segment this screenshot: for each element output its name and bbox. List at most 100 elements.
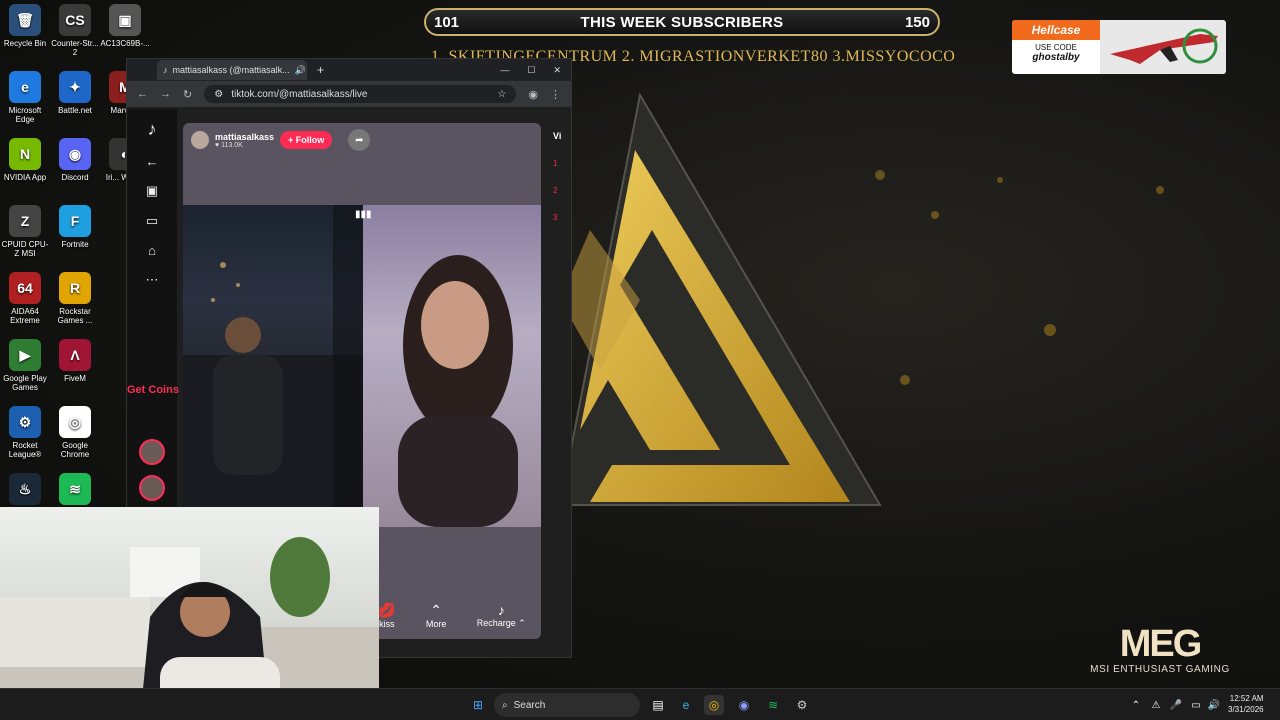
desktop-icon[interactable]: ≋ bbox=[50, 473, 100, 508]
desktop-icon[interactable]: F Fortnite bbox=[50, 205, 100, 249]
viewer-ranks: 1 2 3 bbox=[553, 159, 573, 222]
back-icon[interactable]: ← bbox=[137, 88, 148, 100]
live-action-button[interactable]: ♪ Recharge ⌃ bbox=[477, 602, 526, 629]
desktop-icon[interactable]: Z CPUID CPU-Z MSI bbox=[0, 205, 50, 258]
volume-icon[interactable]: 🔊 bbox=[1204, 695, 1224, 715]
subscriber-count-goal: 150 bbox=[904, 13, 930, 31]
system-clock[interactable]: 12:52 AM 3/31/2026 bbox=[1228, 693, 1264, 715]
windows-taskbar: ⊞ ⌕ Search ▤ e ◎ ◉ ≋ ⚙ ⌃ ⚠ 🎤 ▭ 🔊 12:52 A… bbox=[0, 688, 1280, 720]
clock-date: 3/31/2026 bbox=[1228, 705, 1264, 714]
desktop-icon-label: FiveM bbox=[64, 374, 86, 383]
desktop-app-icon: Z bbox=[9, 205, 41, 237]
live-action-icon: ♪ bbox=[497, 602, 505, 618]
desktop-icon-label: Fortnite bbox=[61, 240, 89, 249]
edge-icon[interactable]: e bbox=[676, 695, 696, 715]
desktop-app-icon: F bbox=[59, 205, 91, 237]
desktop-icon[interactable]: ✦ Battle.net bbox=[50, 71, 100, 115]
hellcase-logo: Hellcase bbox=[1012, 20, 1100, 40]
browser-menu-icon[interactable]: ⋮ bbox=[550, 88, 561, 101]
chrome-icon[interactable]: ◎ bbox=[704, 695, 724, 715]
desktop-app-icon: ≋ bbox=[59, 473, 91, 505]
discord-icon[interactable]: ◉ bbox=[734, 695, 754, 715]
share-icon[interactable]: ➦ bbox=[348, 129, 371, 151]
desktop-icon[interactable]: CS Counter-Str... 2 bbox=[50, 4, 100, 57]
steam-icon[interactable]: ⚙ bbox=[792, 695, 812, 715]
start-icon[interactable]: ⊞ bbox=[468, 695, 488, 715]
live-actions-bar: 💋 kiss ⌃ More ♪ Recharge ⌃ bbox=[363, 573, 541, 639]
tiktok-favicon-icon: ♪ bbox=[163, 65, 168, 75]
desktop-app-icon: R bbox=[59, 272, 91, 304]
desktop-icon[interactable]: ⚙ Rocket League® bbox=[0, 406, 50, 459]
get-coins-label: Get Coins bbox=[127, 384, 179, 396]
desktop-icon[interactable]: ▣ AC13C69B-... bbox=[100, 4, 150, 48]
minimize-button[interactable]: — bbox=[500, 65, 509, 75]
desktop-icon[interactable]: 🗑 Recycle Bin bbox=[0, 4, 50, 48]
desktop-icon[interactable]: ◉ Discord bbox=[50, 138, 100, 182]
host-avatar[interactable] bbox=[191, 131, 209, 149]
desktop-app-icon: ⚙ bbox=[9, 406, 41, 438]
taskbar-search[interactable]: ⌕ Search bbox=[494, 693, 640, 717]
desktop-icon[interactable]: 64 AIDA64 Extreme bbox=[0, 272, 50, 325]
video-camera-icon[interactable]: ▭ bbox=[127, 213, 177, 229]
live-action-icon: ⌃ bbox=[430, 602, 443, 618]
close-window-button[interactable]: ✕ bbox=[553, 65, 561, 76]
desktop-app-icon: ◎ bbox=[59, 406, 91, 438]
desktop-app-icon: ♨ bbox=[9, 473, 41, 505]
desktop-icon-label: Rockstar Games ... bbox=[57, 307, 93, 325]
more-dots-icon[interactable]: ⋯ bbox=[127, 272, 177, 288]
desktop-icon[interactable]: N NVIDIA App bbox=[0, 138, 50, 182]
viewer-rank: 2 bbox=[553, 186, 558, 195]
tray-chevron-icon[interactable]: ⌃ bbox=[1126, 695, 1146, 715]
viewer-rail: Vi 1 2 3 bbox=[553, 123, 573, 643]
desktop-icon-label: CPUID CPU-Z MSI bbox=[1, 240, 49, 258]
reload-icon[interactable]: ↻ bbox=[183, 88, 192, 101]
browser-tab-tiktok[interactable]: ♪ mattiasalkass (@mattiasalk... 🔊 ✕ bbox=[157, 60, 307, 80]
spotify-icon[interactable]: ≋ bbox=[763, 695, 783, 715]
back-arrow-icon[interactable]: ← bbox=[127, 154, 177, 169]
live-tv-icon[interactable]: ▣ bbox=[127, 183, 177, 199]
desktop-icon[interactable]: Λ FiveM bbox=[50, 339, 100, 383]
stream-video-right bbox=[363, 205, 541, 527]
stream-video-left bbox=[183, 205, 363, 527]
tiktok-logo-icon[interactable]: ♪ bbox=[127, 119, 177, 140]
bookmark-star-icon[interactable]: ☆ bbox=[497, 89, 506, 100]
viewer-rank: 3 bbox=[553, 213, 558, 222]
address-bar[interactable]: ⚙ tiktok.com/@mattiasalkass/live ☆ bbox=[204, 85, 517, 103]
forward-icon[interactable]: → bbox=[160, 88, 171, 100]
desktop-icon-label: AIDA64 Extreme bbox=[10, 307, 40, 325]
network-icon[interactable]: ⚠ bbox=[1146, 695, 1166, 715]
go-live-icon[interactable]: ⌂ bbox=[127, 243, 177, 258]
tab-audio-icon[interactable]: 🔊 bbox=[295, 65, 306, 76]
desktop-app-icon: 🗑 bbox=[9, 4, 41, 36]
browser-toolbar: ← → ↻ ⚙ tiktok.com/@mattiasalkass/live ☆… bbox=[127, 81, 571, 107]
sponsor-code: ghostalby bbox=[1032, 52, 1080, 63]
maximize-button[interactable]: ☐ bbox=[527, 65, 535, 76]
microphone-icon[interactable]: 🎤 bbox=[1166, 695, 1186, 715]
profile-icon[interactable]: ◉ bbox=[528, 88, 538, 101]
live-action-button[interactable]: ⌃ More bbox=[426, 602, 447, 629]
clock-time: 12:52 AM bbox=[1229, 694, 1264, 703]
file-explorer-icon[interactable]: ▤ bbox=[648, 695, 668, 715]
get-coins-button[interactable]: Get Coins bbox=[127, 379, 179, 401]
desktop-icon[interactable]: ▶ Google Play Games bbox=[0, 339, 50, 392]
desktop-icon[interactable]: ♨ bbox=[0, 473, 50, 508]
subscriber-count-current: 101 bbox=[434, 13, 460, 31]
live-avatar[interactable] bbox=[139, 475, 165, 501]
desktop-icon-label: Rocket League® bbox=[8, 441, 42, 459]
desktop-icon[interactable]: R Rockstar Games ... bbox=[50, 272, 100, 325]
new-tab-button[interactable]: + bbox=[317, 63, 324, 77]
live-action-label: More bbox=[425, 619, 447, 629]
desktop-icon[interactable]: ◎ Google Chrome bbox=[50, 406, 100, 459]
site-info-icon[interactable]: ⚙ bbox=[214, 89, 223, 100]
host-name[interactable]: mattiasalkass bbox=[215, 132, 274, 142]
live-avatar[interactable] bbox=[139, 439, 165, 465]
weekly-subscribers-bar: 101 THIS WEEK SUBSCRIBERS 150 bbox=[424, 8, 940, 36]
display-icon[interactable]: ▭ bbox=[1186, 695, 1206, 715]
live-action-button[interactable]: 💋 kiss bbox=[378, 602, 395, 629]
host-info: mattiasalkass ♥ 113.0K + Follow ➦ bbox=[191, 129, 371, 151]
sponsor-use-code-label: USE CODE bbox=[1035, 43, 1077, 52]
desktop-icon[interactable]: e Microsoft Edge bbox=[0, 71, 50, 124]
desktop-app-icon: Λ bbox=[59, 339, 91, 371]
meg-subtitle: MSI ENTHUSIAST GAMING bbox=[1090, 664, 1230, 675]
follow-button[interactable]: + Follow bbox=[280, 131, 333, 149]
